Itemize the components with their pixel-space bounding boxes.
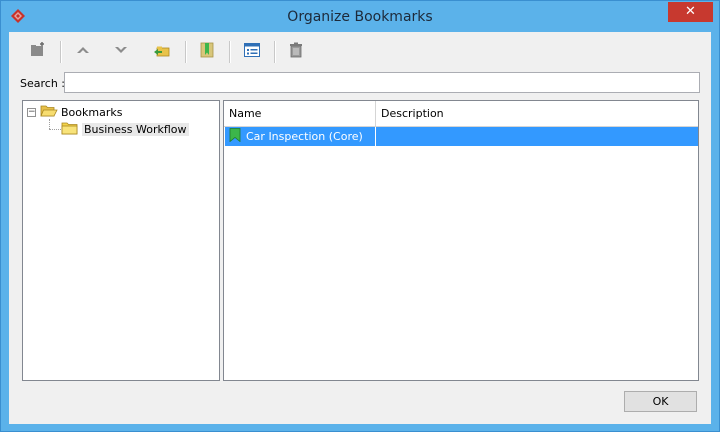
tree-node-business-workflow[interactable]: Business Workflow: [61, 121, 189, 138]
dialog-body: Search : − Bookmarks Business Workflow N…: [9, 32, 711, 424]
column-header-name[interactable]: Name: [224, 101, 376, 126]
move-to-folder-icon: [153, 41, 171, 62]
search-label: Search :: [20, 77, 65, 90]
ok-button[interactable]: OK: [624, 391, 697, 412]
delete-icon: [287, 41, 305, 62]
move-up-icon: [74, 41, 92, 62]
bookmark-icon: [198, 41, 216, 62]
properties-icon: [243, 41, 261, 62]
delete-button[interactable]: [285, 40, 307, 62]
folder-icon: [61, 121, 79, 138]
cell-name: Car Inspection (Core): [225, 127, 376, 146]
toolbar-separator: [60, 41, 62, 63]
tree-connector: [49, 119, 50, 129]
tree-collapse-toggle[interactable]: −: [27, 107, 36, 117]
title-bar[interactable]: Organize Bookmarks ✕: [1, 1, 719, 32]
column-header-description[interactable]: Description: [376, 101, 698, 126]
tree-node-bookmarks[interactable]: − Bookmarks: [27, 104, 122, 120]
move-up-button[interactable]: [72, 40, 94, 62]
new-folder-button[interactable]: [27, 40, 49, 62]
bookmark-folder-tree[interactable]: − Bookmarks Business Workflow: [22, 100, 220, 381]
open-folder-icon: [40, 104, 58, 121]
table-row[interactable]: Car Inspection (Core): [225, 127, 698, 146]
toolbar-separator: [229, 41, 231, 63]
tree-connector: [49, 129, 61, 130]
move-to-folder-button[interactable]: [151, 40, 173, 62]
list-header: Name Description: [224, 101, 698, 127]
new-folder-icon: [29, 41, 47, 62]
bookmark-list: Name Description Car Inspection (Core): [223, 100, 699, 381]
cell-description: [376, 127, 698, 146]
tree-node-label: Business Workflow: [82, 123, 189, 136]
search-input[interactable]: [64, 72, 700, 93]
bookmark-name: Car Inspection (Core): [246, 130, 363, 143]
add-bookmark-button[interactable]: [196, 40, 218, 62]
move-down-icon: [112, 41, 130, 62]
toolbar-separator: [274, 41, 276, 63]
toolbar: [9, 32, 711, 70]
bookmark-icon: [229, 128, 241, 145]
close-button[interactable]: ✕: [668, 2, 713, 22]
move-down-button[interactable]: [110, 40, 132, 62]
organize-bookmarks-dialog: Organize Bookmarks ✕ Search: − Bookmark…: [0, 0, 720, 432]
window-title: Organize Bookmarks: [287, 9, 433, 25]
properties-button[interactable]: [241, 40, 263, 62]
tree-node-label: Bookmarks: [61, 105, 123, 119]
toolbar-separator: [185, 41, 187, 63]
